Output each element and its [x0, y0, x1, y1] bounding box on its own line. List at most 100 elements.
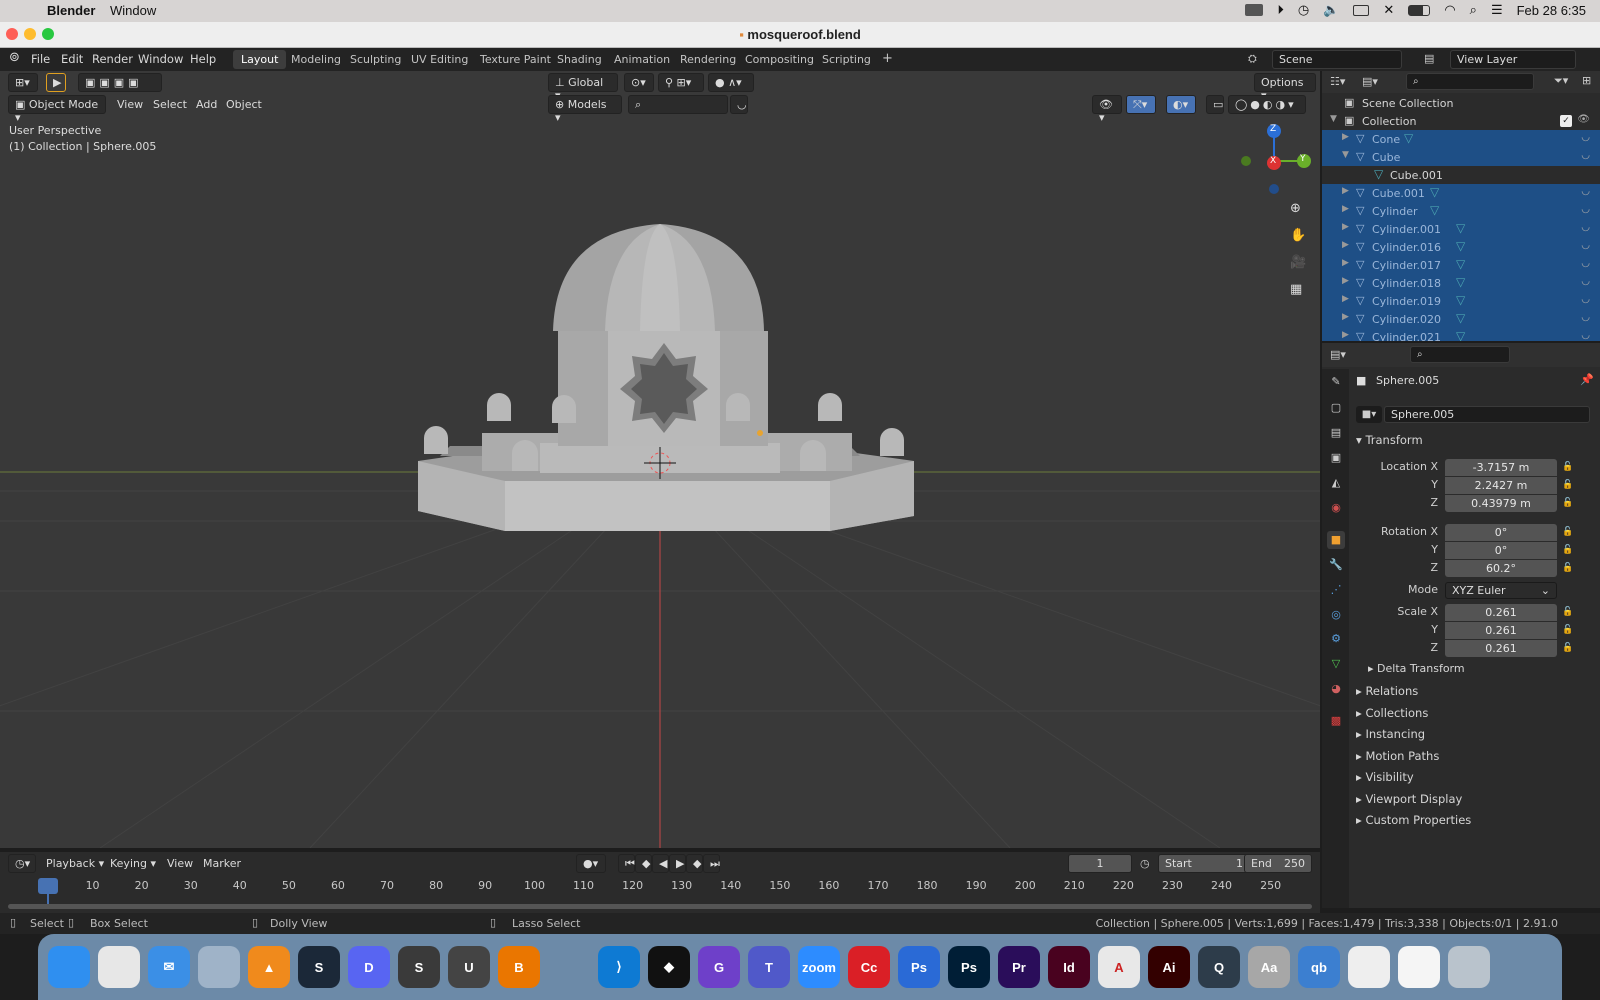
creative-cloud-icon[interactable]: Cc	[848, 946, 890, 988]
outliner-row[interactable]: ▶ ▽ Cone ▽ ◡	[1322, 130, 1600, 148]
outliner-filter-icon[interactable]: ⏷▾	[1554, 74, 1568, 88]
play-button[interactable]: ▶	[669, 854, 686, 873]
3d-viewport[interactable]: ⊞▾ ▶ ▣▣▣▣ ⊥ Global ▾ ⊙▾ ⚲ ⊞▾ ● ∧▾ Option…	[0, 71, 1320, 848]
volume-icon[interactable]: 🔈	[1323, 2, 1339, 18]
modifier-tab-icon[interactable]: 🔧	[1327, 556, 1345, 574]
record-button[interactable]: ●▾	[576, 854, 606, 873]
lock-scale-y-icon[interactable]: 🔓	[1562, 625, 1573, 635]
expand-icon[interactable]: ▶	[1342, 294, 1349, 304]
menu-playback[interactable]: Playback ▾	[46, 857, 104, 870]
delta-transform-header[interactable]: ▸ Delta Transform	[1368, 662, 1465, 675]
blender-logo-icon[interactable]: ⊚	[9, 50, 20, 65]
trash-icon[interactable]	[1448, 946, 1490, 988]
outliner-row[interactable]: ▶ ▽ Cylinder ▽ ◡	[1322, 202, 1600, 220]
window-menu[interactable]: Window	[110, 3, 156, 18]
scale-y-field[interactable]: 0.261	[1445, 622, 1557, 639]
texture-tab-icon[interactable]: ▩	[1327, 712, 1345, 730]
visibility-toggle-icon[interactable]: ◡	[1581, 132, 1590, 143]
tab-modeling[interactable]: Modeling	[283, 50, 349, 69]
particles-tab-icon[interactable]: ⋰	[1327, 581, 1345, 599]
control-center-icon[interactable]: ☰	[1491, 2, 1503, 18]
orientation-dropdown[interactable]: ⊥ Global ▾	[548, 73, 618, 102]
vlc-icon[interactable]: ▲	[248, 946, 290, 988]
material-tab-icon[interactable]: ◕	[1327, 680, 1345, 698]
collapse-icon[interactable]: ▼	[1342, 150, 1349, 160]
view-layer-tab-icon[interactable]: ▣	[1327, 449, 1345, 467]
finder-icon[interactable]	[48, 946, 90, 988]
expand-icon[interactable]: ▶	[1342, 276, 1349, 286]
select-tool-icon[interactable]: ▶	[46, 73, 66, 92]
proportional-edit-icon[interactable]: ● ∧▾	[708, 73, 754, 92]
cursor-icon[interactable]	[548, 946, 590, 988]
view-layer-icon[interactable]: ▤	[1424, 52, 1434, 65]
launchpad-icon[interactable]	[98, 946, 140, 988]
menu-view[interactable]: View	[117, 98, 143, 111]
outliner-row[interactable]: ▶ ▽ Cylinder.021 ▽ ◡	[1322, 328, 1600, 341]
scene-tab-icon[interactable]: ◭	[1327, 474, 1345, 492]
view-layer-field[interactable]: View Layer	[1450, 50, 1576, 69]
outliner[interactable]: ☷▾ ▤▾ ⌕ ⏷▾ ⊞ ▣ Scene Collection ▼ ▣ Coll…	[1322, 71, 1600, 341]
camera-view-icon[interactable]: 🎥	[1290, 255, 1306, 270]
object-name-field[interactable]: Sphere.005	[1384, 406, 1590, 423]
filter-toggle-icon[interactable]: ◡	[730, 95, 748, 114]
properties-search-input[interactable]: ⌕	[1410, 346, 1510, 363]
tab-sculpting[interactable]: Sculpting	[342, 50, 409, 69]
visibility-toggle-icon[interactable]: ◡	[1581, 222, 1590, 233]
menu-keying[interactable]: Keying ▾	[110, 857, 156, 870]
scale-x-field[interactable]: 0.261	[1445, 604, 1557, 621]
object-tab-icon[interactable]: ■	[1327, 531, 1345, 549]
scene-icon[interactable]: ⛭	[1248, 52, 1257, 66]
outliner-row[interactable]: ▶ ▽ Cylinder.001 ▽ ◡	[1322, 220, 1600, 238]
screen-share-icon[interactable]	[1245, 4, 1264, 16]
tab-animation[interactable]: Animation	[606, 50, 678, 69]
keyboard-icon[interactable]	[1353, 4, 1370, 16]
menu-edit[interactable]: Edit	[61, 52, 83, 66]
menu-render[interactable]: Render	[92, 52, 133, 66]
pan-view-icon[interactable]: ✋	[1290, 228, 1306, 243]
scene-field[interactable]: Scene	[1272, 50, 1402, 69]
new-collection-icon[interactable]: ⊞	[1582, 74, 1591, 87]
outliner-search-input[interactable]: ⌕	[1406, 73, 1534, 90]
expand-icon[interactable]: ▶	[1342, 240, 1349, 250]
time-machine-icon[interactable]: ◷	[1298, 2, 1309, 18]
jump-end-button[interactable]: ⏭	[703, 854, 720, 873]
visibility-toggle-icon[interactable]: ◡	[1581, 330, 1590, 341]
github-icon[interactable]: G	[698, 946, 740, 988]
quicktime-icon[interactable]: Q	[1198, 946, 1240, 988]
visibility-toggle-icon[interactable]: ◡	[1581, 258, 1590, 269]
add-workspace-icon[interactable]: +	[874, 48, 901, 67]
models-dropdown[interactable]: ⊕ Models ▾	[548, 95, 622, 124]
app-menu[interactable]: Blender	[47, 3, 95, 18]
visibility-toggle-icon[interactable]: ◡	[1581, 312, 1590, 323]
panel-visibility[interactable]: ▸ Visibility	[1356, 770, 1414, 784]
properties-editor-icon[interactable]: ▤▾	[1330, 348, 1346, 361]
zoom-view-icon[interactable]: ⊕	[1290, 201, 1301, 216]
output-tab-icon[interactable]: ▤	[1327, 424, 1345, 442]
visibility-toggle-icon[interactable]: ◡	[1581, 186, 1590, 197]
expand-icon[interactable]: ▶	[1342, 258, 1349, 268]
pivot-icon[interactable]: ⊙▾	[624, 73, 654, 92]
tab-shading[interactable]: Shading	[549, 50, 610, 69]
menu-add[interactable]: Add	[196, 98, 217, 111]
tab-layout[interactable]: Layout	[233, 50, 287, 69]
outliner-editor-icon[interactable]: ☷▾	[1330, 75, 1345, 88]
chrome-icon[interactable]	[1348, 946, 1390, 988]
visibility-toggle-icon[interactable]: ◡	[1581, 240, 1590, 251]
panel-viewport-display[interactable]: ▸ Viewport Display	[1356, 792, 1462, 806]
scale-z-field[interactable]: 0.261	[1445, 640, 1557, 657]
outliner-row[interactable]: ▶ ▽ Cube.001 ▽ ◡	[1322, 184, 1600, 202]
navigation-gizmo[interactable]: Z Y X	[1232, 121, 1312, 201]
play-icon[interactable]: ⏵	[1277, 2, 1284, 18]
visibility-toggle-icon[interactable]: ◡	[1581, 150, 1590, 161]
photoshop-icon[interactable]: Ps	[948, 946, 990, 988]
visibility-toggle-icon[interactable]: ◡	[1581, 294, 1590, 305]
rotation-y-field[interactable]: 0°	[1445, 542, 1557, 559]
visibility-toggle-icon[interactable]: ◡	[1581, 204, 1590, 215]
expand-icon[interactable]: ▶	[1342, 204, 1349, 214]
outliner-row[interactable]: ▶ ▽ Cylinder.018 ▽ ◡	[1322, 274, 1600, 292]
premiere-icon[interactable]: Pr	[998, 946, 1040, 988]
lock-scale-z-icon[interactable]: 🔓	[1562, 643, 1573, 653]
panel-relations[interactable]: ▸ Relations	[1356, 684, 1418, 698]
location-x-field[interactable]: -3.7157 m	[1445, 459, 1557, 476]
vscode-icon[interactable]: ⟩	[598, 946, 640, 988]
